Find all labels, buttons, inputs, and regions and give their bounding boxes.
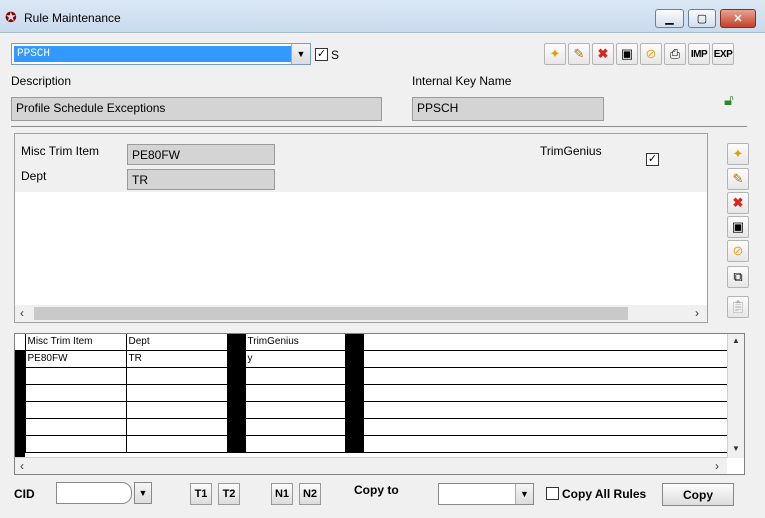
description-field: Profile Schedule Exceptions bbox=[11, 97, 382, 121]
copy-button[interactable]: Copy bbox=[662, 483, 734, 506]
misc-trim-label: Misc Trim Item bbox=[21, 144, 99, 158]
copy-all-checkbox[interactable] bbox=[546, 487, 559, 500]
cancel-icon: ⊘ bbox=[645, 46, 657, 61]
detail-paste-button[interactable]: 📋︎ bbox=[727, 296, 749, 318]
unlock-icon[interactable]: 🔓︎ bbox=[724, 92, 746, 112]
copy-all-label: Copy All Rules bbox=[562, 487, 647, 501]
app-star-icon: ✪ bbox=[5, 9, 17, 25]
detail-hscrollbar[interactable]: ‹ › bbox=[15, 305, 707, 322]
n1-button[interactable]: N1 bbox=[271, 483, 293, 505]
rule-select[interactable]: PPSCH ▼ bbox=[11, 43, 311, 65]
t1-button[interactable]: T1 bbox=[190, 483, 212, 505]
col-header-dept[interactable]: Dept bbox=[126, 334, 228, 351]
save-icon: ▣ bbox=[731, 219, 745, 234]
minimize-button[interactable]: ▁ bbox=[655, 9, 684, 28]
detail-panel: Misc Trim Item PE80FW Dept TR TrimGenius… bbox=[14, 133, 708, 323]
edit-icon: ✎ bbox=[732, 171, 744, 186]
divider bbox=[11, 126, 747, 127]
cell-dept[interactable]: TR bbox=[126, 350, 228, 368]
chevron-right-icon[interactable]: › bbox=[715, 459, 719, 473]
delete-icon: ✖ bbox=[597, 46, 609, 61]
cancel-icon: ⊘ bbox=[732, 243, 744, 258]
chevron-down-icon[interactable]: ▼ bbox=[732, 444, 740, 453]
edit-button[interactable]: ✎ bbox=[568, 43, 590, 65]
edit-icon: ✎ bbox=[573, 46, 585, 61]
copy-to-label: Copy to bbox=[354, 483, 399, 497]
rule-select-value: PPSCH bbox=[14, 46, 291, 62]
rules-grid: Misc Trim Item Dept TrimGenius PE80FW TR… bbox=[14, 333, 745, 475]
col-header-misc-trim[interactable]: Misc Trim Item bbox=[25, 334, 127, 351]
detail-delete-button[interactable]: ✖ bbox=[727, 192, 749, 214]
cid-select-field[interactable] bbox=[56, 482, 132, 504]
new-button[interactable]: ✦ bbox=[544, 43, 566, 65]
dept-label: Dept bbox=[21, 169, 47, 183]
copy-to-select[interactable]: ▼ bbox=[438, 483, 534, 505]
cell-filler bbox=[363, 350, 728, 368]
grid-table: Misc Trim Item Dept TrimGenius PE80FW TR… bbox=[15, 334, 728, 453]
table-row[interactable] bbox=[15, 367, 728, 385]
chevron-down-icon[interactable]: ▼ bbox=[291, 44, 310, 64]
save-icon: ▣ bbox=[620, 46, 634, 61]
chevron-left-icon[interactable]: ‹ bbox=[20, 459, 24, 473]
grid-hscrollbar[interactable]: ‹ › bbox=[15, 457, 727, 474]
col-separator bbox=[227, 334, 246, 351]
close-button[interactable]: ✕ bbox=[720, 9, 756, 28]
col-separator bbox=[345, 334, 364, 351]
table-row[interactable]: PE80FW TR y bbox=[15, 350, 728, 368]
col-header-trimgenius[interactable]: TrimGenius bbox=[245, 334, 346, 351]
table-row[interactable] bbox=[15, 418, 728, 436]
cancel-button[interactable]: ⊘ bbox=[640, 43, 662, 65]
col-separator bbox=[345, 350, 364, 368]
new-icon: ✦ bbox=[732, 146, 744, 161]
print-button[interactable]: ⎙ bbox=[664, 43, 686, 65]
grid-header-row: Misc Trim Item Dept TrimGenius bbox=[15, 334, 728, 351]
table-row[interactable] bbox=[15, 401, 728, 419]
col-filler bbox=[363, 334, 728, 351]
delete-icon: ✖ bbox=[732, 195, 744, 210]
row-indicator-strip bbox=[15, 350, 25, 458]
paste-icon: 📋︎ bbox=[729, 299, 747, 314]
t2-button[interactable]: T2 bbox=[218, 483, 240, 505]
import-button[interactable]: IMP bbox=[688, 43, 710, 65]
detail-new-button[interactable]: ✦ bbox=[727, 143, 749, 165]
grid-vscrollbar[interactable]: ▲ ▼ bbox=[727, 334, 744, 458]
chevron-up-icon[interactable]: ▲ bbox=[732, 336, 740, 345]
s-checkbox-label: S bbox=[331, 48, 340, 62]
delete-button[interactable]: ✖ bbox=[592, 43, 614, 65]
detail-cancel-button[interactable]: ⊘ bbox=[727, 240, 749, 262]
chevron-left-icon[interactable]: ‹ bbox=[20, 306, 24, 320]
internal-key-field: PPSCH bbox=[412, 97, 604, 121]
detail-edit-button[interactable]: ✎ bbox=[727, 168, 749, 190]
print-icon: ⎙ bbox=[669, 46, 681, 61]
chevron-down-icon[interactable]: ▼ bbox=[515, 484, 533, 504]
table-row[interactable] bbox=[15, 384, 728, 402]
export-button[interactable]: EXP bbox=[712, 43, 734, 65]
trimgenius-label: TrimGenius bbox=[540, 144, 602, 158]
internal-key-label: Internal Key Name bbox=[412, 74, 512, 88]
misc-trim-field: PE80FW bbox=[127, 144, 275, 165]
chevron-down-icon[interactable]: ▼ bbox=[134, 482, 152, 504]
window-title: Rule Maintenance bbox=[24, 11, 121, 25]
dept-field: TR bbox=[127, 169, 275, 190]
description-label: Description bbox=[11, 74, 72, 88]
copy-icon: ⧉ bbox=[733, 269, 743, 284]
detail-save-button[interactable]: ▣ bbox=[727, 216, 749, 238]
new-icon: ✦ bbox=[549, 46, 561, 61]
detail-form: Misc Trim Item PE80FW Dept TR TrimGenius… bbox=[15, 134, 707, 192]
save-button[interactable]: ▣ bbox=[616, 43, 638, 65]
detail-copy-button[interactable]: ⧉ bbox=[727, 266, 749, 288]
cell-trimgenius[interactable]: y bbox=[245, 350, 346, 368]
col-separator bbox=[227, 350, 246, 368]
trimgenius-checkbox[interactable]: ✓ bbox=[646, 153, 659, 166]
row-indicator bbox=[15, 334, 26, 351]
cid-label: CID bbox=[14, 487, 35, 501]
s-checkbox[interactable]: ✓ bbox=[315, 48, 328, 61]
maximize-button[interactable]: ▢ bbox=[688, 9, 716, 28]
cell-misc-trim[interactable]: PE80FW bbox=[25, 350, 127, 368]
scroll-thumb[interactable] bbox=[34, 307, 628, 320]
cid-select[interactable]: ▼ bbox=[56, 482, 152, 504]
chevron-right-icon[interactable]: › bbox=[695, 306, 699, 320]
n2-button[interactable]: N2 bbox=[299, 483, 321, 505]
table-row[interactable] bbox=[15, 435, 728, 453]
